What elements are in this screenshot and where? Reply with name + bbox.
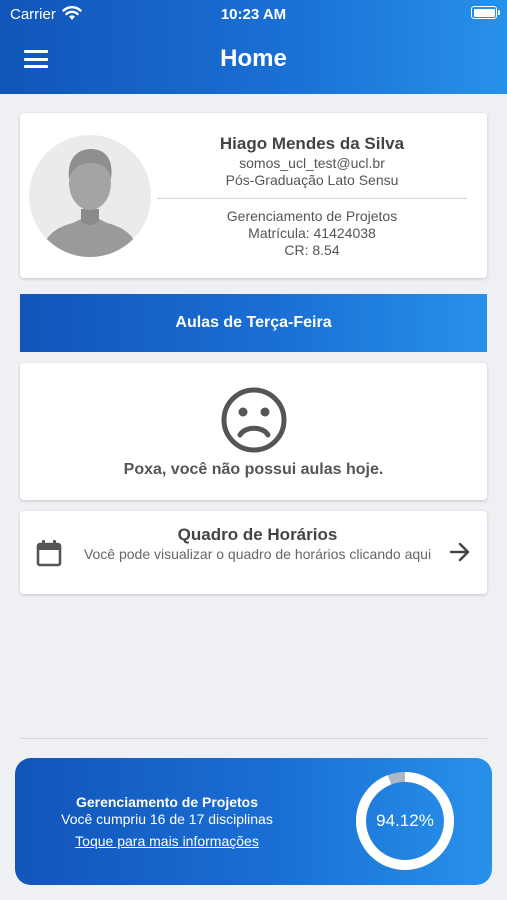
page-title: Home (220, 45, 287, 72)
battery-icon (471, 6, 500, 19)
more-info-link-wrapper: Toque para mais informações (15, 833, 319, 849)
status-time: 10:23 AM (220, 6, 287, 23)
profile-card: Hiago Mendes da Silva somos_ucl_test@ucl… (20, 113, 487, 278)
student-cr: CR: 8.54 (284, 242, 340, 258)
more-info-link[interactable]: Toque para mais informações (75, 833, 259, 849)
profile-divider (157, 198, 467, 199)
progress-summary: Você cumpriu 16 de 17 disciplinas (61, 811, 273, 827)
day-classes-banner: Aulas de Terça-Feira (20, 294, 487, 352)
status-bar: Carrier 10:23 AM (0, 0, 507, 30)
progress-percent: 94.12% (376, 811, 434, 830)
arrow-right-icon[interactable] (449, 541, 471, 563)
course-progress-card[interactable]: Gerenciamento de Projetos Você cumpriu 1… (15, 758, 492, 885)
avatar (29, 135, 151, 257)
student-name: Hiago Mendes da Silva (219, 134, 405, 153)
avatar-placeholder-icon (41, 149, 139, 257)
calendar-icon (36, 540, 62, 567)
student-course: Gerenciamento de Projetos (226, 208, 398, 224)
sad-face-icon (221, 387, 287, 453)
profile-info: Hiago Mendes da Silva somos_ucl_test@ucl… (157, 133, 467, 259)
section-divider (20, 738, 487, 739)
schedule-card[interactable]: Quadro de Horários Você pode visualizar … (20, 511, 487, 594)
student-enrollment: Matrícula: 41424038 (248, 225, 376, 241)
no-classes-card: Poxa, você não possui aulas hoje. (20, 363, 487, 500)
progress-course-name: Gerenciamento de Projetos (75, 794, 259, 810)
app-header: Carrier 10:23 AM Home (0, 0, 507, 94)
no-classes-message: Poxa, você não possui aulas hoje. (123, 461, 384, 478)
student-email: somos_ucl_test@ucl.br (239, 155, 385, 171)
schedule-title: Quadro de Horários (177, 525, 338, 544)
student-program: Pós-Graduação Lato Sensu (225, 172, 399, 188)
schedule-description: Você pode visualizar o quadro de horário… (83, 546, 432, 562)
